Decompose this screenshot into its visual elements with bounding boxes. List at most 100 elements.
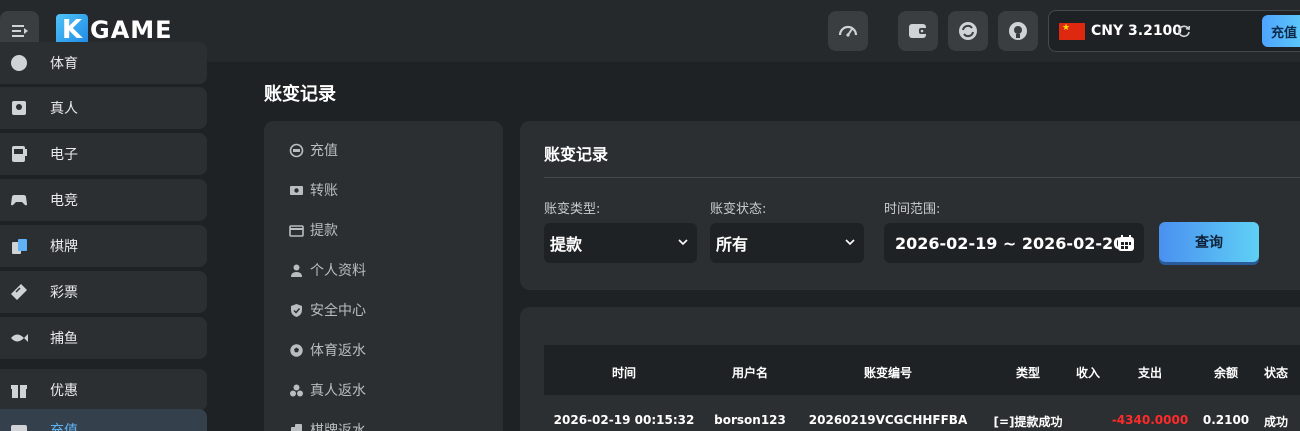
status-select-value: 所有 — [716, 235, 749, 254]
account-submenu: 充值 转账 提款 个人资料 安全中心 体育返水 真人返水 棋牌返水 — [264, 121, 503, 431]
withdraw-icon — [289, 224, 304, 237]
cell-record-id: 20260219VCGCHHFFBA — [808, 413, 968, 427]
sidebar-item-live[interactable]: 真人 — [0, 87, 207, 129]
cards-icon — [8, 235, 30, 257]
status-select[interactable]: 所有 — [710, 223, 864, 263]
balance-text: CNY 3.2100 — [1091, 23, 1182, 39]
submenu-label: 个人资料 — [310, 263, 366, 279]
balance-amount: 3.2100 — [1128, 23, 1183, 39]
fish-icon — [8, 327, 30, 349]
deposit-icon — [8, 419, 30, 431]
sidebar-item-esports[interactable]: 电竞 — [0, 179, 207, 221]
column-header: 账变编号 — [863, 366, 913, 380]
filter-panel: 账变记录 账变类型: 提款 账变状态: 所有 时间范围: 2026-02-19 … — [520, 121, 1300, 290]
sports-icon — [8, 52, 30, 74]
cards-icon — [291, 423, 302, 431]
transfer-icon — [959, 22, 977, 40]
speedometer-icon — [838, 25, 858, 37]
divider — [544, 177, 1300, 178]
type-select-value: 提款 — [550, 235, 583, 254]
user-icon — [291, 264, 302, 277]
submenu-label: 安全中心 — [310, 303, 366, 319]
column-header: 余额 — [1213, 366, 1239, 380]
cell-time: 2026-02-19 00:15:32 — [553, 413, 695, 427]
sidebar-item-label: 电竞 — [50, 193, 78, 209]
live-casino-icon — [8, 97, 30, 119]
china-flag-icon: ★ — [1059, 23, 1085, 40]
submenu-item-withdraw[interactable]: 提款 — [289, 219, 338, 241]
submenu-label: 充值 — [310, 143, 338, 159]
submenu-label: 棋牌返水 — [310, 423, 366, 431]
transfer-button[interactable] — [948, 11, 988, 51]
column-header: 类型 — [1015, 366, 1041, 380]
customer-service-button[interactable] — [998, 11, 1038, 51]
submenu-label: 提款 — [310, 223, 338, 239]
cell-balance: 0.2100 — [1202, 413, 1250, 427]
shield-icon — [291, 303, 302, 317]
sidebar-item-promotions[interactable]: 优惠 — [0, 369, 207, 411]
sidebar-item-sports[interactable]: 体育 — [0, 42, 207, 84]
column-header: 收入 — [1075, 366, 1101, 380]
speed-test-button[interactable] — [828, 11, 868, 51]
sidebar-item-label: 棋牌 — [50, 239, 78, 255]
column-header: 用户名 — [731, 366, 769, 380]
calendar-icon — [1118, 235, 1134, 251]
page-title: 账变记录 — [264, 84, 336, 105]
filter-title: 账变记录 — [544, 145, 609, 164]
lottery-ticket-icon — [8, 281, 30, 303]
sidebar-item-label: 真人 — [50, 101, 78, 117]
range-label: 时间范围: — [884, 202, 941, 217]
wallet-icon — [909, 24, 927, 38]
topup-button[interactable]: 充值 — [1262, 15, 1300, 47]
submenu-item-profile[interactable]: 个人资料 — [289, 259, 366, 281]
sidebar-item-lottery[interactable]: 彩票 — [0, 271, 207, 313]
column-header: 时间 — [611, 366, 637, 380]
menu-icon — [11, 25, 28, 37]
submenu-label: 体育返水 — [310, 343, 366, 359]
submenu-item-transfer[interactable]: 转账 — [289, 179, 338, 201]
submenu-item-security[interactable]: 安全中心 — [289, 299, 366, 321]
submenu-label: 真人返水 — [310, 383, 366, 399]
deposit-icon — [289, 143, 304, 157]
records-table: 时间 用户名 账变编号 类型 收入 支出 余额 状态 2026-02-19 00… — [520, 307, 1300, 431]
cell-expense: -4340.0000 — [1111, 413, 1189, 427]
submenu-item-live-rebate[interactable]: 真人返水 — [289, 379, 366, 401]
gamepad-icon — [8, 189, 30, 211]
currency-code: CNY — [1091, 23, 1124, 39]
submenu-label: 转账 — [310, 183, 338, 199]
sidebar-item-slots[interactable]: 电子 — [0, 133, 207, 175]
submenu-item-sports-rebate[interactable]: 体育返水 — [289, 339, 366, 361]
sidebar-item-label: 捕鱼 — [50, 331, 78, 347]
sidebar-item-label: 电子 — [50, 147, 78, 163]
chevron-down-icon — [845, 239, 855, 246]
sidebar-item-fishing[interactable]: 捕鱼 — [0, 317, 207, 359]
chevron-down-icon — [678, 239, 688, 246]
transfer-icon — [290, 185, 303, 195]
column-header: 状态 — [1263, 366, 1289, 380]
gift-icon — [8, 379, 30, 401]
cell-username: borson123 — [714, 413, 786, 427]
logo-text: GAME — [90, 16, 173, 44]
wallet-button[interactable] — [898, 11, 938, 51]
sidebar-item-label: 优惠 — [50, 383, 78, 399]
submenu-item-deposit[interactable]: 充值 — [289, 139, 338, 161]
type-label: 账变类型: — [544, 202, 601, 217]
chips-icon — [290, 384, 303, 396]
date-range-value: 2026-02-19 ~ 2026-02-20 — [895, 233, 1125, 253]
sidebar: 体育 真人 电子 电竞 棋牌 彩票 捕鱼 优惠 充值 — [0, 42, 222, 431]
query-button[interactable]: 查询 — [1159, 222, 1259, 262]
table-row: 2026-02-19 00:15:32 borson123 20260219VC… — [544, 395, 1300, 431]
submenu-item-cards-rebate[interactable]: 棋牌返水 — [289, 419, 366, 431]
sidebar-item-label: 体育 — [50, 56, 78, 72]
soccer-ball-icon — [290, 343, 303, 357]
sidebar-item-deposit[interactable]: 充值 — [0, 409, 207, 431]
sidebar-item-chess-cards[interactable]: 棋牌 — [0, 225, 207, 267]
type-select[interactable]: 提款 — [544, 223, 697, 263]
table-header: 时间 用户名 账变编号 类型 收入 支出 余额 状态 — [544, 345, 1300, 395]
service-icon — [1009, 22, 1027, 40]
sidebar-item-label: 充值 — [50, 423, 78, 431]
refresh-icon[interactable] — [1177, 24, 1191, 38]
date-range-picker[interactable]: 2026-02-19 ~ 2026-02-20 — [884, 223, 1144, 263]
status-label: 账变状态: — [710, 202, 767, 217]
cell-type: [=]提款成功 — [993, 415, 1063, 429]
